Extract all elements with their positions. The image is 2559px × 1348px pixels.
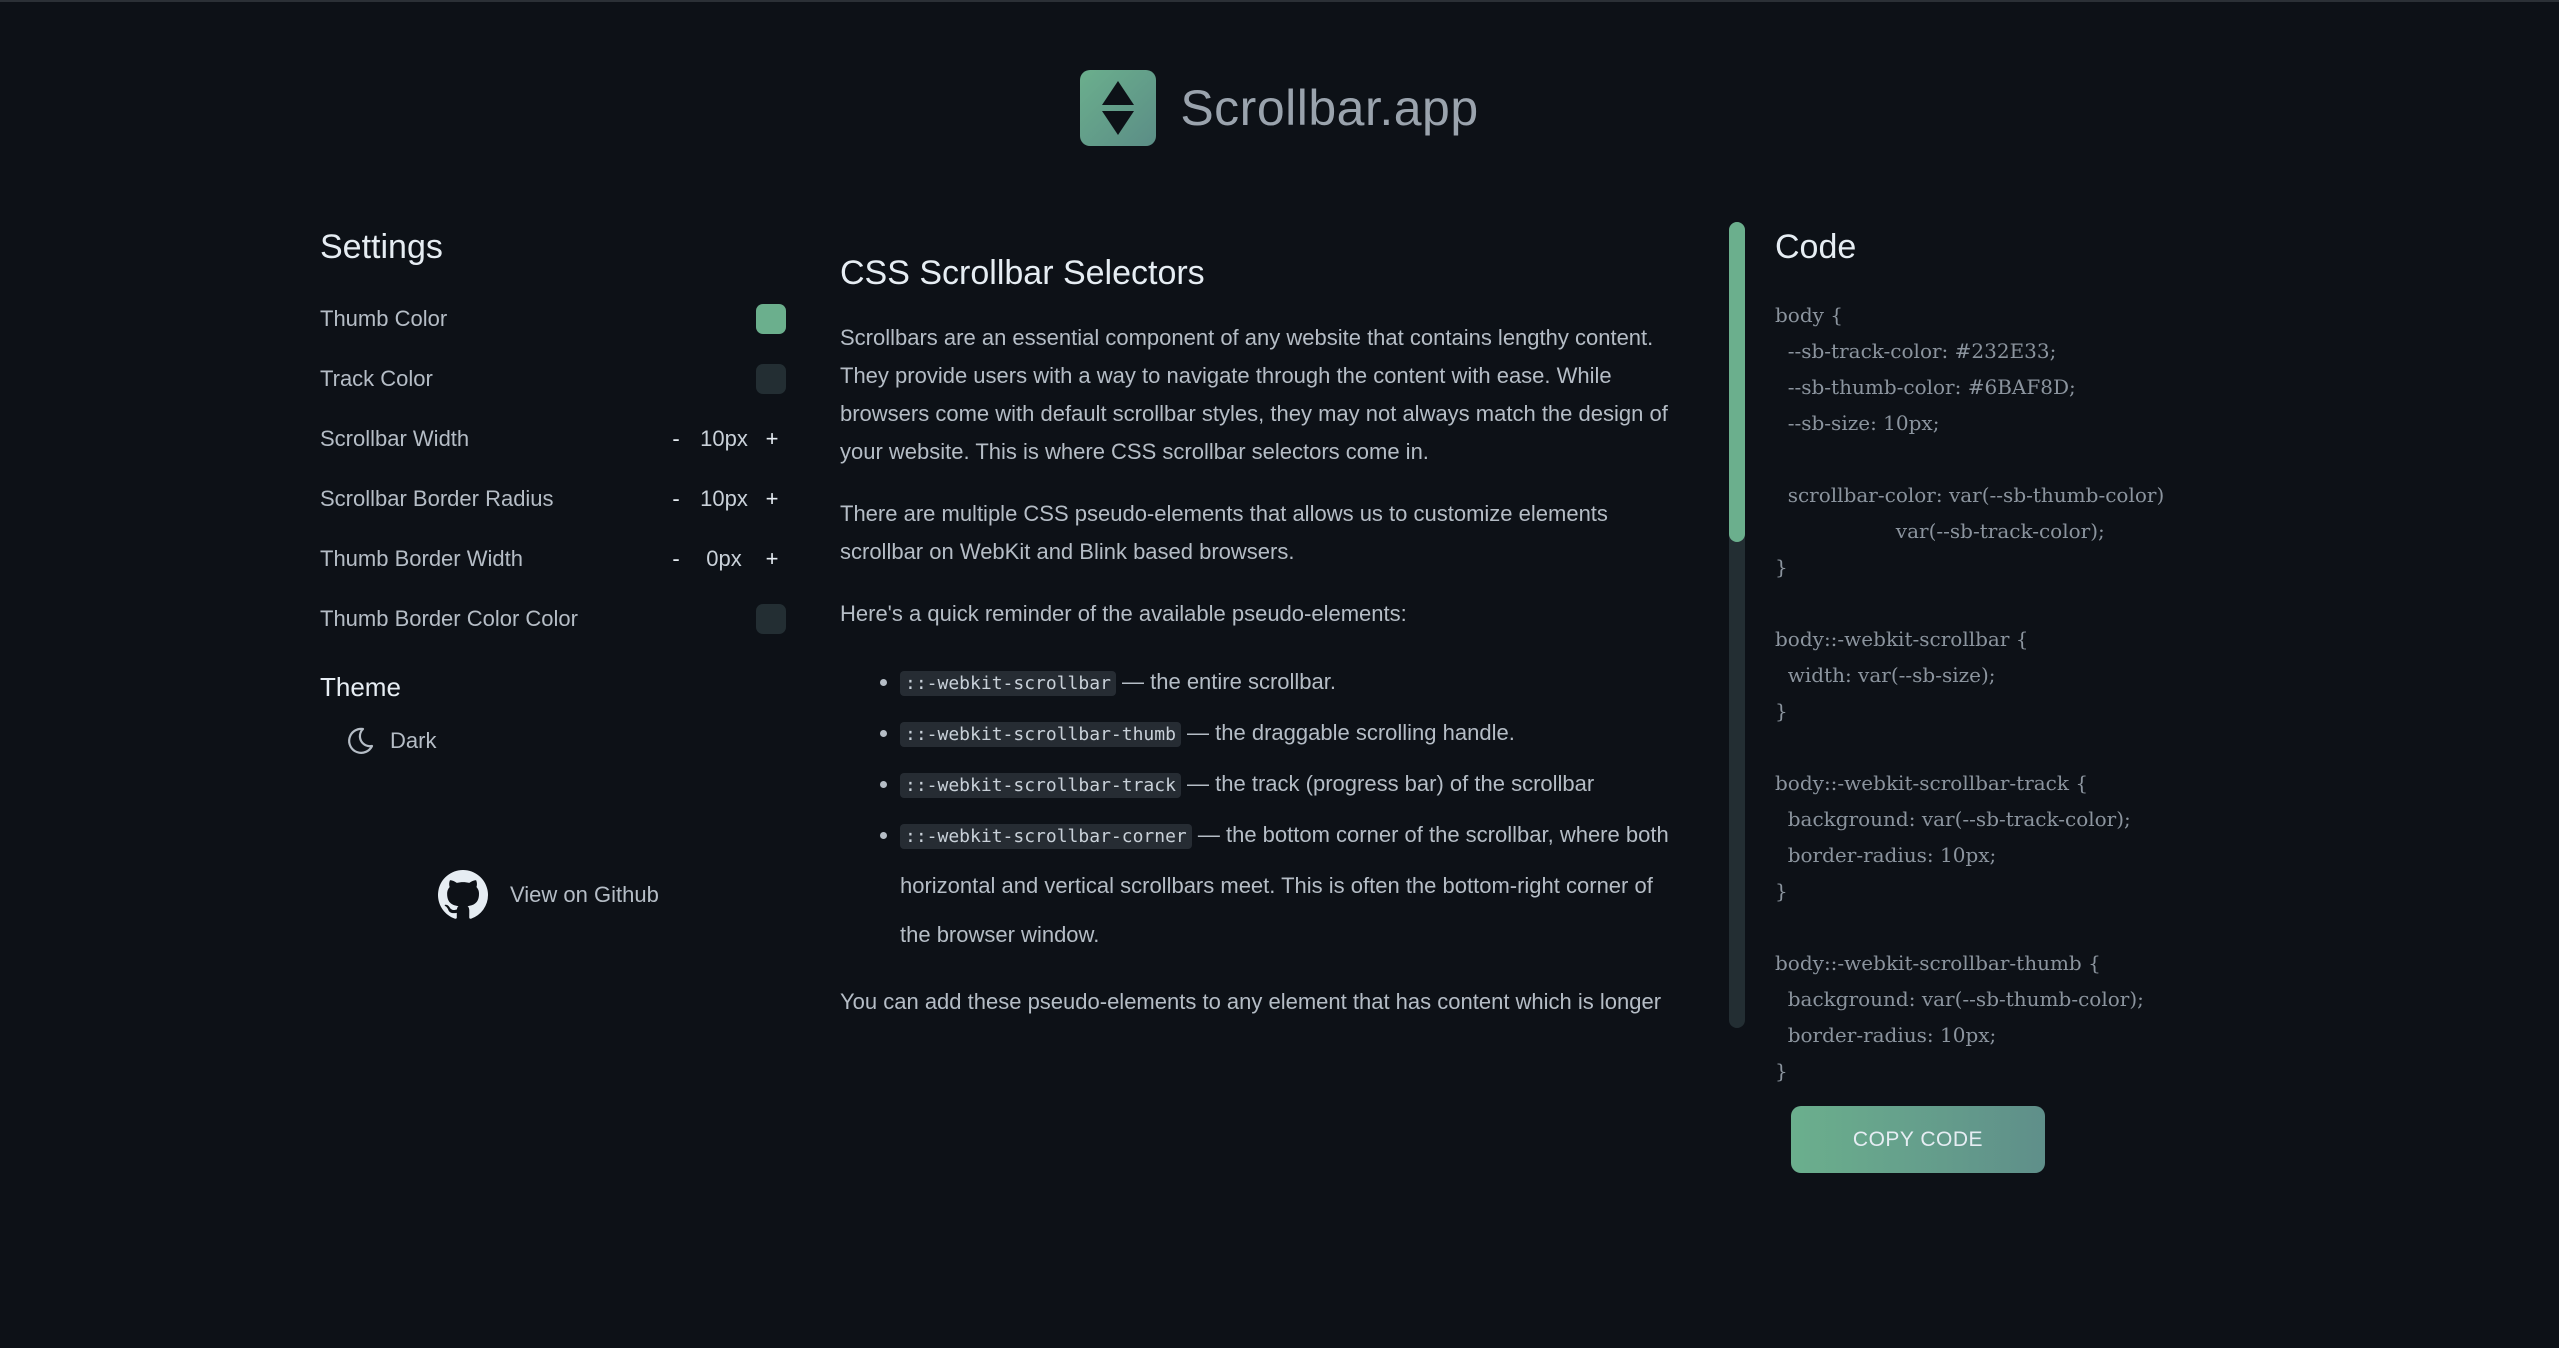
preview-scrollbar-track[interactable]	[1729, 222, 1745, 1028]
pseudo-element-code: ::-webkit-scrollbar	[900, 671, 1116, 696]
logo	[1080, 70, 1157, 146]
setting-label: Thumb Border Color Color	[320, 606, 578, 631]
list-item: ::-webkit-scrollbar-track — the track (p…	[900, 759, 1685, 810]
article-paragraph: There are multiple CSS pseudo-elements t…	[840, 501, 1608, 564]
setting-thumb-color: Thumb Color	[320, 289, 786, 349]
top-border	[0, 0, 2559, 2]
copy-code-button[interactable]: COPY CODE	[1791, 1106, 2045, 1173]
settings-panel: Settings Thumb Color Track Color Scrollb…	[320, 228, 786, 773]
stepper-value: 10px	[700, 486, 748, 511]
setting-thumb-border-color: Thumb Border Color Color	[320, 589, 786, 649]
theme-toggle[interactable]: Dark	[344, 709, 786, 773]
list-item: ::-webkit-scrollbar-thumb — the draggabl…	[900, 708, 1685, 759]
preview-scrollbar-thumb[interactable]	[1729, 222, 1745, 542]
article-paragraph: You can add these pseudo-elements to any…	[840, 989, 1662, 1014]
decrement-button[interactable]: -	[662, 426, 690, 452]
setting-label: Scrollbar Border Radius	[320, 486, 554, 511]
article-paragraph: Scrollbars are an essential component of…	[840, 325, 1668, 464]
github-link[interactable]: View on Github	[438, 870, 659, 920]
list-item-text: — the draggable scrolling handle.	[1180, 720, 1515, 745]
header: Scrollbar.app	[0, 70, 2559, 146]
article-paragraph: Here's a quick reminder of the available…	[840, 601, 1407, 626]
setting-label: Scrollbar Width	[320, 426, 470, 451]
decrement-button[interactable]: -	[662, 546, 690, 572]
github-icon	[438, 870, 488, 919]
increment-button[interactable]: +	[758, 426, 786, 452]
list-item-text: — the entire scrollbar.	[1115, 669, 1337, 694]
track-color-swatch[interactable]	[756, 364, 786, 394]
setting-label: Thumb Border Width	[320, 546, 523, 571]
pseudo-element-code: ::-webkit-scrollbar-track	[900, 773, 1181, 798]
pseudo-element-code: ::-webkit-scrollbar-corner	[900, 824, 1192, 849]
stepper-value: 10px	[700, 426, 748, 451]
setting-thumb-border-width: Thumb Border Width - 0px +	[320, 529, 786, 589]
scrollbar-width-stepper: - 10px +	[662, 426, 786, 452]
thumb-color-swatch[interactable]	[756, 304, 786, 334]
list-item: ::-webkit-scrollbar — the entire scrollb…	[900, 657, 1685, 708]
stepper-value: 0px	[706, 546, 742, 571]
border-radius-stepper: - 10px +	[662, 486, 786, 512]
increment-button[interactable]: +	[758, 486, 786, 512]
thumb-border-color-swatch[interactable]	[756, 604, 786, 634]
setting-label: Track Color	[320, 366, 433, 391]
thumb-border-width-stepper: - 0px +	[662, 546, 786, 572]
app-title: Scrollbar.app	[1180, 80, 1479, 136]
css-code-block: body { --sb-track-color: #232E33; --sb-t…	[1775, 303, 2165, 1083]
list-item: ::-webkit-scrollbar-corner — the bottom …	[900, 810, 1685, 959]
pseudo-element-list: ::-webkit-scrollbar — the entire scrollb…	[840, 657, 1685, 959]
github-link-label: View on Github	[510, 882, 659, 907]
setting-track-color: Track Color	[320, 349, 786, 409]
increment-button[interactable]: +	[758, 546, 786, 572]
article-title: CSS Scrollbar Selectors	[840, 254, 1205, 292]
decrement-button[interactable]: -	[662, 486, 690, 512]
theme-title: Theme	[320, 672, 401, 702]
moon-icon	[348, 727, 374, 754]
pseudo-element-code: ::-webkit-scrollbar-thumb	[900, 722, 1181, 747]
setting-scrollbar-width: Scrollbar Width - 10px +	[320, 409, 786, 469]
article: CSS Scrollbar Selectors Scrollbars are a…	[840, 250, 1685, 1022]
setting-border-radius: Scrollbar Border Radius - 10px +	[320, 469, 786, 529]
code-title: Code	[1775, 228, 1857, 266]
theme-option-label: Dark	[390, 728, 437, 753]
settings-title: Settings	[320, 228, 443, 266]
scroll-arrows-icon	[1102, 81, 1135, 135]
setting-label: Thumb Color	[320, 306, 448, 331]
code-panel: Code body { --sb-track-color: #232E33; -…	[1775, 228, 2475, 1089]
list-item-text: — the track (progress bar) of the scroll…	[1180, 771, 1595, 796]
